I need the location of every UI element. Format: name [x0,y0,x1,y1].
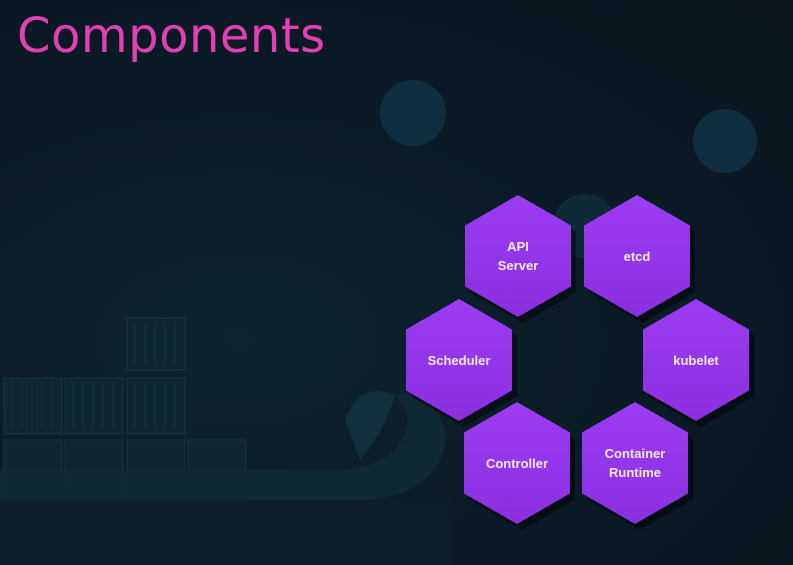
slide-title: Components [17,8,326,64]
slide: Components API Server etcd Scheduler kub… [0,0,793,565]
container-stack-decoration [3,317,247,497]
hex-label: kubelet [673,352,719,368]
hex-label: Scheduler [427,352,491,368]
whale-tail-decoration [345,390,395,460]
hex-label: Container Runtime [604,446,666,480]
hex-label: Controller [485,455,549,471]
hex-label: API Server [497,239,539,273]
bubble-decoration [693,109,757,173]
floor-decoration [0,500,450,565]
bubble-decoration [380,80,446,146]
hex-label: etcd [623,248,651,264]
